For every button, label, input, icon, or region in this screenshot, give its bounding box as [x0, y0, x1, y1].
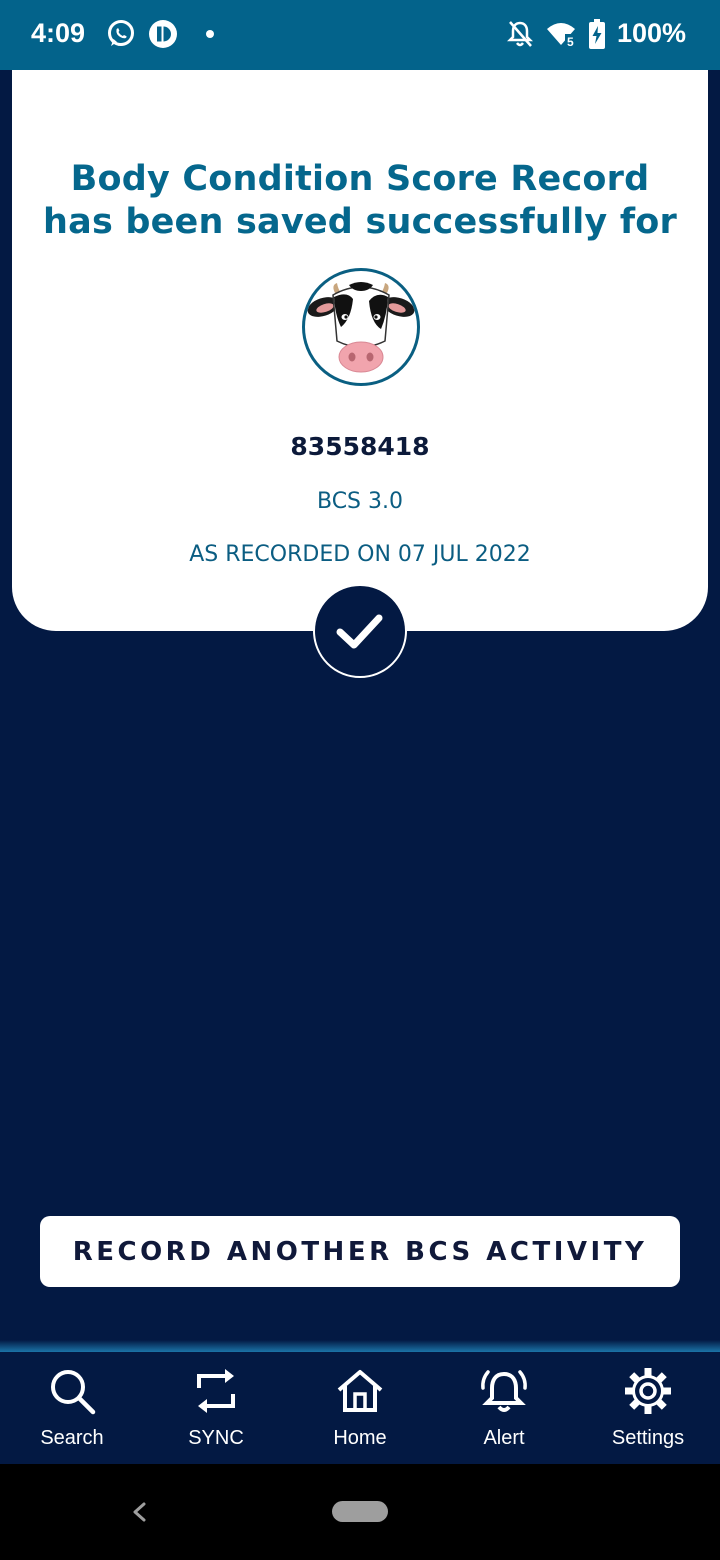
success-title-line-1: Body Condition Score Record	[70, 159, 650, 199]
success-title: Body Condition Score Record has been sav…	[0, 158, 720, 244]
cow-avatar	[302, 268, 420, 386]
nav-label-settings: Settings	[611, 1427, 685, 1449]
animal-id: 83558418	[290, 432, 430, 461]
record-another-bcs-button[interactable]: RECORD ANOTHER BCS ACTIVITY	[40, 1216, 680, 1287]
cow-face-icon	[307, 282, 415, 373]
battery-charging-icon	[588, 18, 605, 49]
success-check-badge	[313, 584, 407, 678]
bcs-score: BCS 3.0	[316, 489, 403, 514]
nav-label-alert: Alert	[483, 1427, 525, 1449]
nav-item-settings[interactable]: Settings	[576, 1352, 720, 1464]
bell-off-icon	[506, 20, 533, 47]
status-icons-left	[106, 19, 214, 49]
nav-item-search[interactable]: Search	[0, 1352, 144, 1464]
svg-text:5: 5	[567, 35, 574, 48]
search-icon	[51, 1370, 96, 1415]
bottom-nav: Search SYNC Home Alert Settings	[0, 1352, 720, 1464]
nav-item-alert[interactable]: Alert	[432, 1352, 576, 1464]
bottom-nav-divider	[0, 1340, 720, 1352]
battery-percentage: 100%	[616, 18, 686, 48]
app-notification-icon	[149, 20, 177, 48]
nav-item-home[interactable]: Home	[288, 1352, 432, 1464]
status-time: 4:09	[31, 18, 86, 48]
back-chevron-icon[interactable]	[126, 1496, 152, 1528]
system-home-pill[interactable]	[332, 1501, 388, 1522]
success-title-line-2: has been saved successfully for	[43, 202, 677, 242]
nav-label-search: Search	[40, 1427, 104, 1449]
nav-label-home: Home	[333, 1427, 387, 1449]
gear-icon	[625, 1368, 671, 1414]
notification-dot	[206, 30, 214, 38]
bell-icon	[481, 1370, 527, 1412]
nav-label-sync: SYNC	[188, 1427, 244, 1449]
nav-item-sync[interactable]: SYNC	[144, 1352, 288, 1464]
status-icons-right: 5 100%	[506, 18, 686, 49]
whatsapp-icon	[108, 20, 134, 46]
home-icon	[337, 1370, 383, 1412]
wifi-icon: 5	[546, 22, 577, 48]
status-bar: 4:09 5 100%	[0, 0, 720, 70]
recorded-date: AS RECORDED ON 07 JUL 2022	[189, 542, 531, 567]
sync-icon	[197, 1369, 235, 1413]
checkmark-icon	[336, 614, 383, 649]
